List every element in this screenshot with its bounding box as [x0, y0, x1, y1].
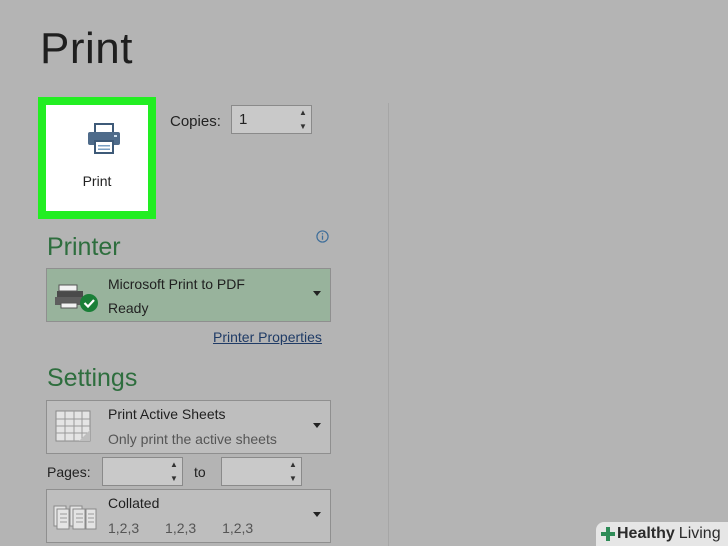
collation-sub: 1,2,3 1,2,3 1,2,3 [108, 520, 275, 536]
decrement-icon[interactable]: ▼ [299, 122, 307, 131]
decrement-icon[interactable]: ▼ [170, 474, 178, 483]
panel-divider [388, 103, 389, 546]
printer-section-title: Printer [47, 233, 121, 261]
decrement-icon[interactable]: ▼ [289, 474, 297, 483]
sheet-grid-icon [55, 410, 91, 442]
watermark-brand-part2: Living [678, 525, 721, 542]
chevron-down-icon [313, 423, 321, 428]
printer-status: Ready [108, 300, 149, 316]
collation-dropdown[interactable]: Collated 1,2,3 1,2,3 1,2,3 [46, 489, 331, 543]
print-what-dropdown[interactable]: Print Active Sheets Only print the activ… [46, 400, 331, 454]
collation-order: 1,2,3 [108, 520, 140, 536]
printer-properties-link[interactable]: Printer Properties [213, 329, 322, 345]
plus-leaf-icon [601, 527, 615, 541]
collated-pages-icon [53, 505, 97, 530]
increment-icon[interactable]: ▲ [170, 460, 178, 469]
print-what-main: Print Active Sheets [108, 406, 226, 422]
chevron-down-icon [313, 291, 321, 296]
chevron-down-icon [313, 512, 321, 517]
print-button[interactable]: Print [38, 97, 156, 219]
printer-status-icon [55, 284, 98, 312]
copies-label: Copies: [170, 113, 221, 130]
pages-to-label: to [194, 464, 206, 480]
printer-icon [88, 123, 120, 154]
increment-icon[interactable]: ▲ [299, 108, 307, 117]
print-what-sub: Only print the active sheets [108, 431, 277, 447]
printer-dropdown[interactable]: Microsoft Print to PDF Ready [46, 268, 331, 322]
pages-label: Pages: [47, 464, 91, 480]
page-title: Print [40, 24, 133, 73]
collation-order: 1,2,3 [222, 520, 254, 536]
pages-from-stepper[interactable]: ▲ ▼ [102, 457, 183, 486]
watermark: Healthy Living [596, 522, 728, 546]
watermark-brand-part1: Healthy [617, 525, 675, 542]
info-icon[interactable] [316, 230, 329, 243]
copies-value: 1 [239, 111, 248, 128]
print-button-label: Print [82, 173, 112, 189]
increment-icon[interactable]: ▲ [289, 460, 297, 469]
printer-name: Microsoft Print to PDF [108, 276, 245, 292]
collation-main: Collated [108, 495, 160, 511]
pages-to-stepper[interactable]: ▲ ▼ [221, 457, 302, 486]
settings-section-title: Settings [47, 364, 138, 392]
copies-stepper[interactable]: 1 ▲ ▼ [231, 105, 312, 134]
collation-order: 1,2,3 [165, 520, 197, 536]
